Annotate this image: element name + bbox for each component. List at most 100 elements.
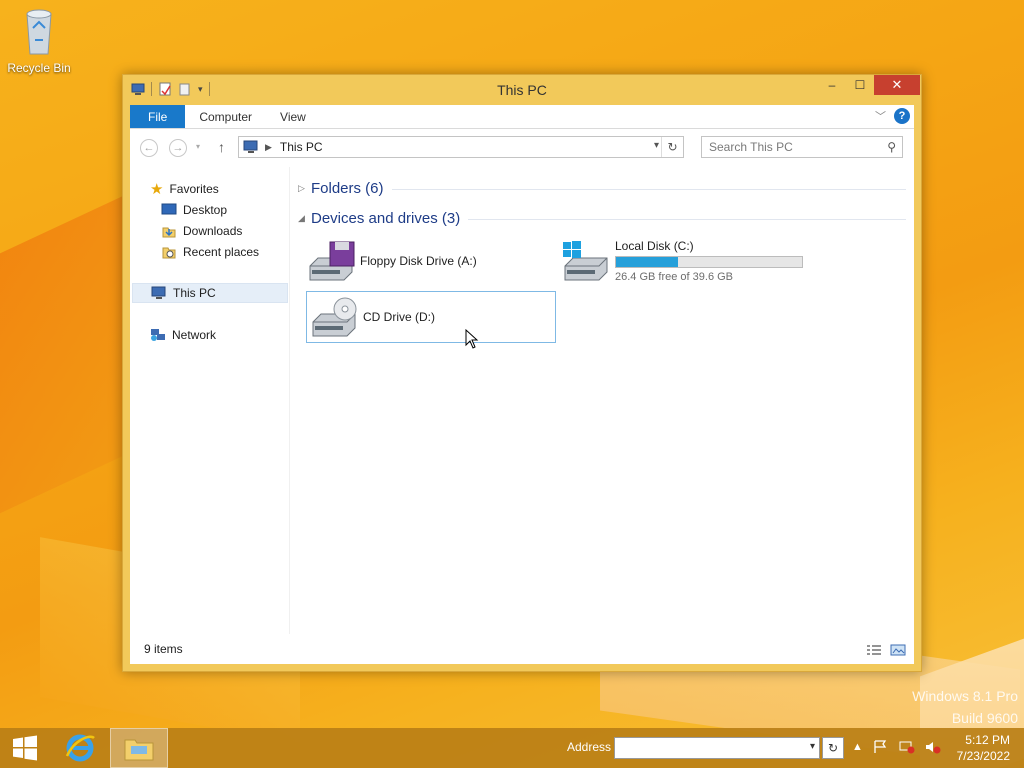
taskbar-address-input[interactable]: ▾ (614, 737, 820, 759)
drive-label: Floppy Disk Drive (A:) (360, 254, 477, 268)
collapse-chevron-icon[interactable]: ◢ (298, 213, 311, 224)
desktop-icon-recycle-bin[interactable]: Recycle Bin (4, 6, 74, 75)
drive-label: CD Drive (D:) (363, 310, 435, 324)
close-button[interactable]: ✕ (874, 75, 920, 95)
nav-favorites[interactable]: ★ Favorites (150, 179, 219, 199)
group-title: Folders (6) (311, 180, 384, 197)
group-divider (391, 189, 906, 190)
recycle-bin-icon (26, 9, 52, 55)
drive-usage-bar (615, 256, 803, 268)
breadcrumb-chevron-icon[interactable]: ▶ (265, 142, 272, 153)
nav-this-pc[interactable]: This PC (132, 283, 288, 303)
refresh-button[interactable]: ↻ (661, 137, 683, 157)
tab-view[interactable]: View (266, 105, 320, 128)
tab-computer[interactable]: Computer (185, 105, 266, 128)
recent-places-icon (162, 247, 176, 259)
search-placeholder: Search This PC (709, 140, 793, 154)
expand-chevron-icon[interactable]: ▷ (298, 183, 311, 194)
taskbar-address-label: Address (567, 740, 612, 754)
search-icon: ⚲ (887, 140, 896, 154)
action-center-flag-icon[interactable] (873, 740, 889, 754)
desktop-icon-label: Recycle Bin (7, 61, 71, 75)
system-clock[interactable]: 5:12 PM 7/23/2022 (957, 732, 1010, 764)
windows-logo-icon (13, 735, 37, 761)
drive-item-cd[interactable]: CD Drive (D:) (306, 291, 556, 343)
maximize-button[interactable]: ☐ (846, 75, 874, 95)
group-title: Devices and drives (3) (311, 210, 461, 227)
address-bar[interactable]: ▶ This PC ▾ ↻ (238, 136, 684, 158)
network-icon (151, 329, 165, 341)
taskbar-address-refresh-button[interactable]: ↻ (822, 737, 844, 759)
minimize-button[interactable]: – (818, 75, 846, 95)
explorer-window[interactable]: ▾ This PC – ☐ ✕ File Computer View ﹀ ? ←… (122, 74, 922, 672)
view-switcher (866, 644, 906, 656)
dropdown-chevron-icon[interactable]: ▾ (810, 741, 815, 752)
taskbar-internet-explorer[interactable] (50, 728, 110, 768)
watermark-line: Build 9600 (951, 710, 1018, 726)
nav-label: Favorites (169, 182, 219, 196)
os-watermark: Windows 8.1 Pro Build 9600 (912, 685, 1018, 729)
taskbar-file-explorer[interactable] (110, 728, 168, 768)
nav-recent-places[interactable]: Recent places (161, 242, 259, 262)
recent-locations-chevron-icon[interactable]: ▾ (196, 142, 200, 151)
drive-info: Local Disk (C:) 26.4 GB free of 39.6 GB (615, 239, 803, 283)
taskbar: Address ▾ ↻ ▲ 5:12 PM 7/23/2022 (0, 728, 1024, 768)
search-input[interactable]: Search This PC ⚲ (701, 136, 903, 158)
drive-item-floppy[interactable]: Floppy Disk Drive (A:) (306, 239, 556, 283)
address-row: ← → ▾ ↑ ▶ This PC ▾ ↻ Search This PC ⚲ (130, 129, 914, 167)
star-icon: ★ (150, 181, 164, 198)
computer-icon (243, 140, 258, 153)
hard-drive-icon (563, 241, 608, 281)
nav-downloads[interactable]: Downloads (161, 221, 242, 241)
title-bar[interactable]: ▾ This PC – ☐ ✕ (123, 75, 921, 105)
window-body: File Computer View ﹀ ? ← → ▾ ↑ ▶ This PC… (130, 105, 914, 664)
drive-label: Local Disk (C:) (615, 239, 694, 253)
up-button[interactable]: ↑ (218, 139, 225, 155)
network-status-icon[interactable] (899, 740, 915, 754)
nav-label: Network (172, 328, 217, 342)
forward-button[interactable]: → (169, 139, 187, 157)
navigation-pane: ★ Favorites Desktop Downloads Recent pla… (130, 167, 290, 634)
group-folders[interactable]: ▷ Folders (6) (298, 180, 906, 197)
downloads-icon (162, 227, 176, 238)
clock-time: 5:12 PM (965, 733, 1010, 747)
nav-label: This PC (173, 286, 216, 300)
nav-desktop[interactable]: Desktop (161, 200, 227, 220)
large-icons-view-icon[interactable] (890, 644, 906, 656)
system-tray: ▲ (852, 740, 941, 754)
nav-network[interactable]: Network (150, 325, 216, 345)
start-button[interactable] (0, 728, 50, 768)
drive-usage-fill (616, 257, 678, 267)
floppy-drive-icon (309, 241, 355, 281)
status-bar: 9 items (130, 634, 914, 664)
details-view-icon[interactable] (866, 644, 882, 656)
tab-file[interactable]: File (130, 105, 186, 128)
nav-label: Desktop (183, 203, 228, 217)
nav-label: Downloads (183, 224, 243, 238)
group-devices[interactable]: ◢ Devices and drives (3) (298, 210, 906, 227)
content-pane: ▷ Folders (6) ◢ Devices and drives (3) F… (298, 167, 914, 634)
desktop-icon (161, 203, 177, 215)
item-count: 9 items (144, 642, 183, 656)
clock-date: 7/23/2022 (956, 749, 1010, 763)
nav-label: Recent places (183, 245, 260, 259)
help-button[interactable]: ? (894, 108, 910, 124)
mouse-cursor-icon (465, 329, 479, 349)
ribbon-tabs: File Computer View ﹀ ? (130, 105, 914, 129)
expand-ribbon-chevron-icon[interactable]: ﹀ (875, 108, 886, 124)
computer-icon (151, 286, 166, 299)
internet-explorer-icon (65, 734, 95, 762)
watermark-line: Windows 8.1 Pro (912, 688, 1018, 704)
cd-drive-icon (312, 297, 357, 337)
show-hidden-icons-chevron-icon[interactable]: ▲ (852, 741, 863, 753)
drive-item-local-disk[interactable]: Local Disk (C:) 26.4 GB free of 39.6 GB (561, 239, 821, 283)
volume-muted-icon[interactable] (925, 740, 941, 754)
address-dropdown-icon[interactable]: ▾ (654, 140, 659, 151)
file-explorer-icon (124, 739, 154, 761)
drive-free-space: 26.4 GB free of 39.6 GB (615, 271, 734, 283)
breadcrumb-this-pc[interactable]: This PC (280, 140, 323, 154)
group-divider (468, 219, 906, 220)
back-button[interactable]: ← (140, 139, 158, 157)
ribbon-right-controls: ﹀ ? (875, 108, 910, 124)
window-title: This PC (497, 82, 547, 98)
